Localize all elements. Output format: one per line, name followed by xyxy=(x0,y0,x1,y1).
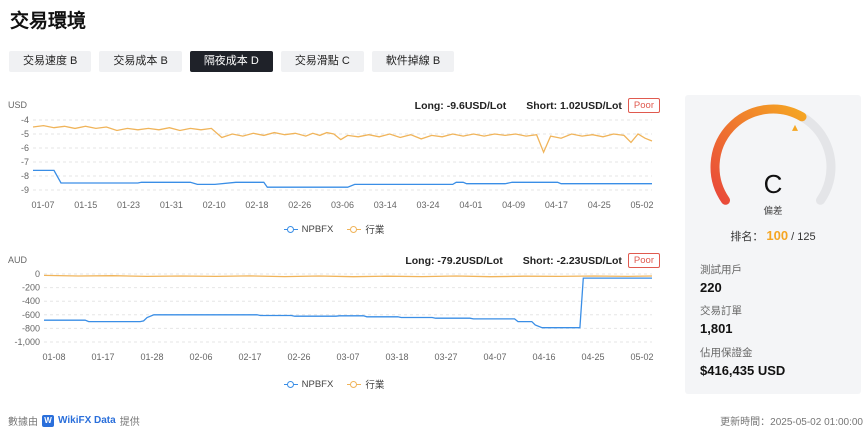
grade-value: C xyxy=(763,169,783,199)
x-tick-label: 03-14 xyxy=(374,200,397,210)
x-tick-label: 01-08 xyxy=(42,352,65,362)
x-tick-label: 05-02 xyxy=(630,200,653,210)
x-tick-label: 03-06 xyxy=(331,200,354,210)
x-tick-label: 01-17 xyxy=(91,352,114,362)
tab-trading-cost[interactable]: 交易成本 B xyxy=(99,51,182,72)
orders-label: 交易訂單 xyxy=(700,305,742,317)
y-tick-label: -1,000 xyxy=(14,337,40,347)
x-tick-label: 04-09 xyxy=(502,200,525,210)
y-tick-label: -400 xyxy=(22,296,40,306)
x-tick-label: 03-07 xyxy=(336,352,359,362)
x-tick-label: 03-27 xyxy=(434,352,457,362)
usd-overnight-chart: -4 -5 -6 -7 -8 -9 01-07 01-15 01-23 01-31 02-10 02-… xyxy=(0,96,668,238)
chart-summary: Long: -9.6USD/Lot Short: 1.02USD/Lot Poo… xyxy=(415,98,660,113)
source-suffix: 提供 xyxy=(119,417,140,428)
legend-item-industry[interactable]: 行業 xyxy=(347,377,384,391)
test-users-value: 220 xyxy=(700,280,722,295)
legend-label: 行業 xyxy=(365,225,385,236)
rank-label: 排名： xyxy=(730,231,764,243)
y-tick-label: -200 xyxy=(22,283,40,293)
chart-legend: NPBFX 行業 xyxy=(0,222,668,236)
x-tick-label: 04-16 xyxy=(532,352,555,362)
long-swap-value: Long: -79.2USD/Lot xyxy=(405,254,503,267)
margin-value: $416,435 USD xyxy=(700,363,786,378)
line-marker-icon xyxy=(347,225,362,234)
chart-unit-label: AUD xyxy=(8,255,28,265)
legend-label: NPBFX xyxy=(301,378,334,390)
test-users-label: 測試用戶 xyxy=(700,264,742,276)
grade-gauge xyxy=(710,104,836,205)
aud-overnight-chart: 0 -200 -400 -600 -800 -1,000 01-08 01-17 01-28 02… xyxy=(0,251,668,393)
legend-item-industry[interactable]: 行業 xyxy=(347,222,384,236)
series-line-industry xyxy=(43,274,653,278)
short-swap-value: Short: 1.02USD/Lot xyxy=(526,99,622,112)
x-tick-label: 02-26 xyxy=(288,200,311,210)
series-line-npbfx xyxy=(33,169,652,188)
x-tick-label: 03-24 xyxy=(417,200,440,210)
x-tick-label: 01-31 xyxy=(160,200,183,210)
data-source: 數據由 W WikiFX Data 提供 xyxy=(8,413,140,428)
short-swap-value: Short: -2.23USD/Lot xyxy=(522,254,622,267)
page-title: 交易環境 xyxy=(10,11,87,32)
x-tick-label: 04-01 xyxy=(459,200,482,210)
y-tick-label: -4 xyxy=(21,115,29,125)
chart-legend: NPBFX 行業 xyxy=(0,377,668,391)
rank-total: / 125 xyxy=(791,231,816,243)
x-tick-label: 04-17 xyxy=(545,200,568,210)
source-prefix: 數據由 xyxy=(8,417,38,428)
rank: 排名： 100 / 125 xyxy=(685,228,861,244)
y-tick-label: 0 xyxy=(35,269,40,279)
x-tick-label: 01-28 xyxy=(140,352,163,362)
y-tick-label: -6 xyxy=(21,143,29,153)
margin-label: 佔用保證金 xyxy=(700,347,753,359)
x-tick-label: 01-15 xyxy=(74,200,97,210)
x-tick-label: 03-18 xyxy=(385,352,408,362)
series-line-npbfx xyxy=(44,277,652,329)
rating-badge: Poor xyxy=(627,98,660,113)
rating-badge: Poor xyxy=(627,253,660,268)
y-tick-label: -600 xyxy=(22,310,40,320)
x-tick-label: 02-26 xyxy=(287,352,310,362)
y-tick-label: -5 xyxy=(21,129,29,139)
update-time: 更新時間：2025-05-02 01:00:00 xyxy=(720,417,863,428)
wikifx-logo-icon: W xyxy=(42,414,54,427)
x-tick-label: 05-02 xyxy=(630,352,653,362)
gauge-pointer-icon xyxy=(792,124,798,131)
legend-item-npbfx[interactable]: NPBFX xyxy=(283,222,334,236)
score-panel: C 偏差 排名： 100 / 125 測試用戶 220 交易訂單 1,801 佔… xyxy=(685,95,861,394)
x-tick-label: 04-25 xyxy=(588,200,611,210)
usd-chart-svg: -4 -5 -6 -7 -8 -901-07 01-15 01-23 01-31 02-10 02-… xyxy=(21,115,654,210)
x-tick-label: 02-10 xyxy=(203,200,226,210)
y-tick-label: -7 xyxy=(21,157,29,167)
x-tick-label: 04-07 xyxy=(483,352,506,362)
category-tabs: 交易速度 B 交易成本 B 隔夜成本 D 交易滑點 C 軟件掉線 B xyxy=(9,51,455,72)
legend-item-npbfx[interactable]: NPBFX xyxy=(283,377,334,391)
line-marker-icon xyxy=(347,380,362,389)
y-tick-label: -800 xyxy=(22,323,40,333)
legend-label: NPBFX xyxy=(301,223,334,235)
y-tick-label: -9 xyxy=(21,185,29,195)
y-tick-label: -8 xyxy=(21,171,29,181)
x-tick-label: 02-06 xyxy=(189,352,212,362)
tab-trading-speed[interactable]: 交易速度 B xyxy=(9,51,92,72)
legend-label: 行業 xyxy=(365,380,385,391)
line-marker-icon xyxy=(283,380,298,389)
grade-label: 偏差 xyxy=(763,206,783,217)
x-tick-label: 01-07 xyxy=(31,200,54,210)
x-tick-label: 04-25 xyxy=(581,352,604,362)
x-tick-label: 01-23 xyxy=(117,200,140,210)
line-marker-icon xyxy=(283,225,298,234)
chart-unit-label: USD xyxy=(8,100,28,110)
orders-value: 1,801 xyxy=(700,321,733,336)
tab-slippage[interactable]: 交易滑點 C xyxy=(280,51,364,72)
tab-software-disconnect[interactable]: 軟件掉線 B xyxy=(371,51,455,72)
rank-value: 100 xyxy=(766,228,789,243)
x-tick-label: 02-17 xyxy=(238,352,261,362)
x-tick-label: 02-18 xyxy=(245,200,268,210)
source-brand-link[interactable]: WikiFX Data xyxy=(58,415,116,426)
chart-summary: Long: -79.2USD/Lot Short: -2.23USD/Lot P… xyxy=(405,253,660,268)
long-swap-value: Long: -9.6USD/Lot xyxy=(414,99,507,112)
aud-chart-svg: 0 -200 -400 -600 -800 -1,00001-08 01-17 01-28 02… xyxy=(14,269,653,362)
tab-overnight-cost[interactable]: 隔夜成本 D xyxy=(189,51,273,72)
